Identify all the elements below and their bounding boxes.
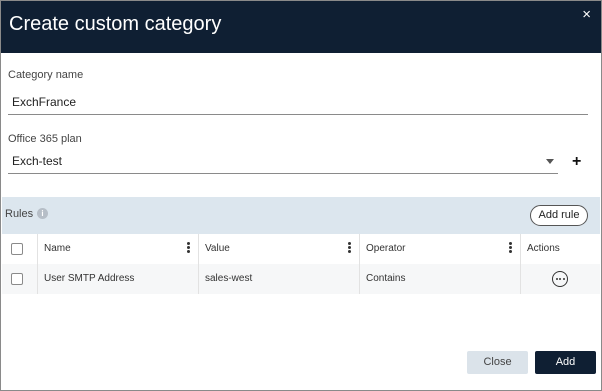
rules-label: Rules <box>5 208 34 220</box>
plan-label: Office 365 plan <box>8 133 82 145</box>
plan-select[interactable]: Exch-test <box>12 154 62 168</box>
plan-underline <box>8 173 558 174</box>
table-header-row: Name Value Operator Actions <box>2 234 600 264</box>
column-divider <box>520 234 521 294</box>
dialog-title: Create custom category <box>9 13 222 35</box>
dialog-header: Create custom category × <box>1 1 601 53</box>
kebab-menu-icon[interactable] <box>187 242 190 254</box>
rule-name-cell: User SMTP Address <box>44 273 135 284</box>
rule-value-cell: sales-west <box>205 273 253 284</box>
add-button[interactable]: Add <box>535 351 596 374</box>
column-header-name[interactable]: Name <box>44 234 71 264</box>
close-icon[interactable]: × <box>582 7 591 22</box>
info-icon: i <box>37 208 48 219</box>
column-divider <box>37 234 38 294</box>
more-horizontal-icon[interactable] <box>552 271 568 287</box>
column-divider <box>359 234 360 294</box>
table-row: User SMTP Address sales-west Contains <box>2 264 600 294</box>
rule-operator-cell: Contains <box>366 273 406 284</box>
plus-icon[interactable]: + <box>572 154 581 170</box>
column-header-value[interactable]: Value <box>205 234 230 264</box>
category-name-underline <box>8 114 588 115</box>
add-rule-button[interactable]: Add rule <box>530 205 588 226</box>
kebab-menu-icon[interactable] <box>348 242 351 254</box>
rules-header-bar: Rules i Add rule <box>2 197 600 234</box>
column-divider <box>198 234 199 294</box>
kebab-menu-icon[interactable] <box>509 242 512 254</box>
create-category-dialog: Create custom category × Category name E… <box>0 0 602 391</box>
row-checkbox[interactable] <box>11 273 23 285</box>
column-header-actions: Actions <box>527 243 560 254</box>
chevron-down-icon[interactable] <box>546 159 554 164</box>
column-header-operator[interactable]: Operator <box>366 234 405 264</box>
select-all-checkbox[interactable] <box>11 243 23 255</box>
close-button[interactable]: Close <box>467 351 528 374</box>
category-name-label: Category name <box>8 69 84 81</box>
category-name-input[interactable]: ExchFrance <box>12 95 76 109</box>
